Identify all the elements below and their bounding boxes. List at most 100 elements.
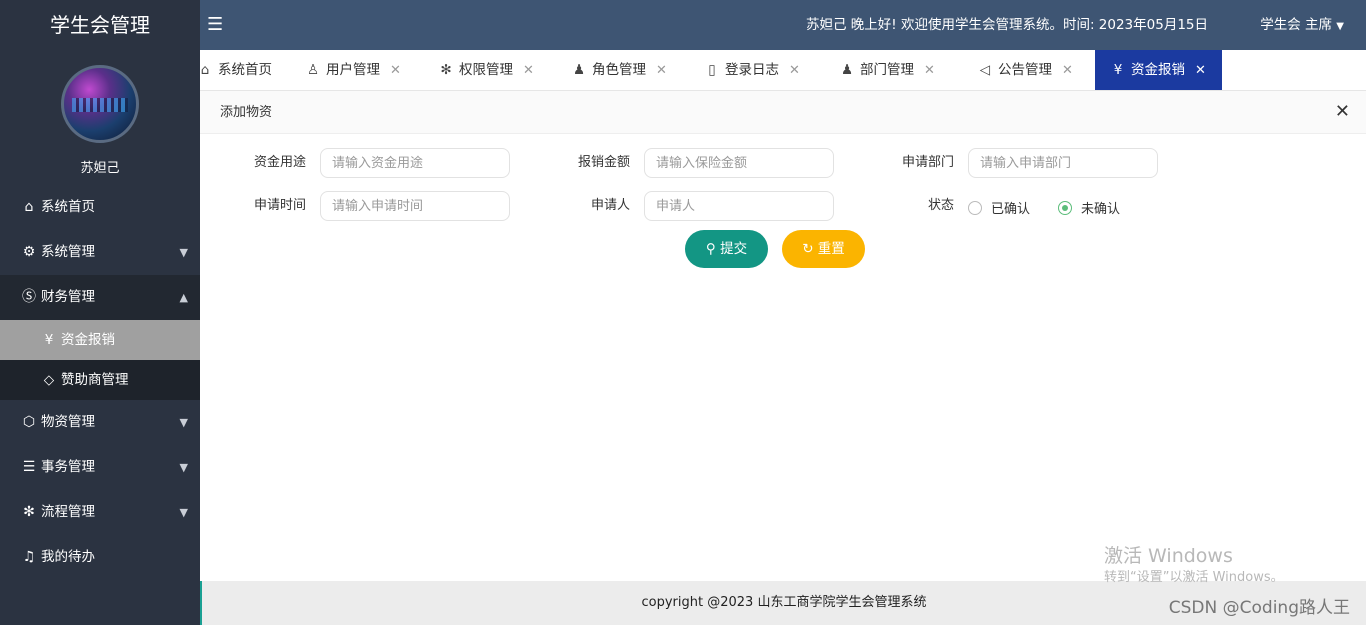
tab-label: 角色管理 — [592, 62, 646, 78]
gear-icon: ⚙ — [22, 244, 36, 260]
sidebar-item-label: 事务管理 — [41, 459, 95, 475]
user-icon: ♙ — [306, 62, 320, 78]
tab-users[interactable]: ♙ 用户管理 ✕ — [304, 50, 411, 90]
status-radio-confirmed[interactable]: 已确认 — [968, 198, 1030, 217]
file-icon: ▯ — [708, 62, 716, 78]
form-row: 申请时间 申请人 状态 已确认 未确认 — [200, 191, 1366, 225]
sidebar-item-finance[interactable]: Ⓢ 财务管理 ▲ — [0, 275, 200, 320]
tab-label: 权限管理 — [459, 62, 513, 78]
radio-label: 未确认 — [1081, 202, 1121, 217]
user-name: 苏妲己 — [80, 161, 120, 176]
close-icon[interactable]: ✕ — [390, 63, 401, 78]
close-icon[interactable]: ✕ — [1062, 63, 1073, 78]
csdn-watermark: CSDN @Coding路人王 — [1168, 598, 1350, 618]
close-icon[interactable]: ✕ — [924, 63, 935, 78]
sliders-icon: ☰ — [22, 459, 36, 475]
tab-reimbursement[interactable]: ¥ 资金报销 ✕ — [1095, 50, 1222, 90]
sidebar-item-system[interactable]: ⚙ 系统管理 ▼ — [0, 230, 200, 275]
chevron-down-icon: ▼ — [179, 416, 188, 429]
applicant-input[interactable] — [644, 191, 834, 221]
close-icon[interactable]: ✕ — [523, 63, 534, 78]
role-label: 学生会 主席 — [1260, 17, 1332, 33]
greeting-text: 苏妲己 晚上好! 欢迎使用学生会管理系统。时间: 2023年05月15日 — [805, 17, 1208, 33]
watermark-line2: 转到“设置”以激活 Windows。 — [1104, 570, 1284, 585]
sidebar-item-label: 财务管理 — [41, 289, 95, 305]
bell-icon: ♫ — [22, 549, 36, 565]
tab-announcements[interactable]: ◁ 公告管理 ✕ — [976, 50, 1083, 90]
top-bar: ☰ 苏妲己 晚上好! 欢迎使用学生会管理系统。时间: 2023年05月15日 学… — [200, 0, 1366, 50]
close-icon[interactable]: ✕ — [789, 63, 800, 78]
sidebar-item-materials[interactable]: ⬡ 物资管理 ▼ — [0, 400, 200, 445]
diamond-icon: ◇ — [43, 372, 55, 388]
status-radio-unconfirmed[interactable]: 未确认 — [1058, 198, 1120, 217]
tab-home[interactable]: ⌂ 系统首页 — [200, 50, 282, 90]
tab-label: 资金报销 — [1131, 62, 1185, 78]
group-icon: ♟ — [840, 62, 854, 78]
panel-title: 添加物资 — [220, 105, 273, 120]
form-row: 资金用途 报销金额 申请部门 — [200, 148, 1366, 182]
department-label: 申请部门 — [901, 155, 954, 170]
sidebar: 学生会管理 苏妲己 ⌂ 系统首页 ⚙ 系统管理 ▼ Ⓢ 财务管理 ▲ ¥ 资金报销 ◇ 赞… — [0, 0, 200, 625]
tab-login-log[interactable]: ▯ 登录日志 ✕ — [703, 50, 810, 90]
windows-activation-watermark: 激活 Windows 转到“设置”以激活 Windows。 — [1104, 545, 1284, 587]
close-icon[interactable]: ✕ — [1195, 63, 1206, 78]
role-dropdown[interactable]: 学生会 主席 ▼ — [1260, 0, 1344, 52]
tab-label: 公告管理 — [998, 62, 1052, 78]
home-icon: ⌂ — [200, 62, 210, 78]
sidebar-item-label: 资金报销 — [61, 332, 115, 348]
time-label: 申请时间 — [253, 198, 306, 213]
yen-circle-icon: ¥ — [1113, 62, 1123, 78]
radio-circle-icon — [968, 201, 982, 215]
submit-button[interactable]: ⚲ 提交 — [685, 230, 768, 268]
snowflake-icon: ✻ — [23, 504, 35, 520]
tab-label: 用户管理 — [326, 62, 380, 78]
sidebar-item-home[interactable]: ⌂ 系统首页 — [0, 185, 200, 230]
tab-bar: ⌂ 系统首页 ♙ 用户管理 ✕ ✻ 权限管理 ✕ ♟ 角色管理 ✕ ▯ 登录日志 ✕ ♟ 部门管理 ✕… — [200, 50, 1366, 91]
sidebar-subitem-sponsors[interactable]: ◇ 赞助商管理 — [0, 360, 200, 400]
tab-label: 系统首页 — [218, 62, 272, 78]
tab-departments[interactable]: ♟ 部门管理 ✕ — [838, 50, 945, 90]
app-title: 学生会管理 — [0, 0, 200, 50]
home-icon: ⌂ — [24, 199, 34, 215]
time-input[interactable] — [320, 191, 510, 221]
close-icon[interactable]: ✕ — [656, 63, 667, 78]
chevron-down-icon: ▼ — [1336, 21, 1344, 32]
reset-label: 重置 — [817, 241, 845, 257]
tab-roles[interactable]: ♟ 角色管理 ✕ — [570, 50, 677, 90]
tab-label: 部门管理 — [860, 62, 914, 78]
yen-circle-icon: ¥ — [44, 332, 54, 348]
tab-permissions[interactable]: ✻ 权限管理 ✕ — [437, 50, 544, 90]
amount-label: 报销金额 — [577, 155, 630, 170]
hamburger-icon[interactable]: ☰ — [207, 14, 223, 35]
search-icon: ⚲ — [705, 241, 716, 257]
speaker-icon: ◁ — [979, 62, 991, 78]
sidebar-item-label: 我的待办 — [41, 549, 95, 565]
status-label: 状态 — [927, 198, 954, 213]
finance-submenu: ¥ 资金报销 ◇ 赞助商管理 — [0, 320, 200, 400]
close-icon[interactable]: ✕ — [1335, 101, 1350, 122]
amount-input[interactable] — [644, 148, 834, 178]
snowflake-icon: ✻ — [440, 62, 452, 78]
reset-button[interactable]: ↻ 重置 — [782, 230, 865, 268]
sidebar-item-label: 物资管理 — [41, 414, 95, 430]
cube-icon: ⬡ — [22, 414, 36, 430]
sidebar-subitem-reimbursement[interactable]: ¥ 资金报销 — [0, 320, 200, 360]
sidebar-item-affairs[interactable]: ☰ 事务管理 ▼ — [0, 445, 200, 490]
panel-header: 添加物资 ✕ — [200, 91, 1366, 134]
sidebar-item-todo[interactable]: ♫ 我的待办 — [0, 535, 200, 580]
purpose-label: 资金用途 — [253, 155, 306, 170]
chevron-down-icon: ▼ — [179, 506, 188, 519]
radio-label: 已确认 — [991, 202, 1031, 217]
applicant-label: 申请人 — [590, 198, 630, 213]
chevron-up-icon: ▲ — [179, 291, 188, 304]
sidebar-item-label: 流程管理 — [41, 504, 95, 520]
purpose-input[interactable] — [320, 148, 510, 178]
radio-checked-icon — [1058, 201, 1072, 215]
department-input[interactable] — [968, 148, 1158, 178]
chevron-down-icon: ▼ — [179, 246, 188, 259]
sidebar-item-label: 赞助商管理 — [61, 372, 129, 388]
refresh-icon: ↻ — [802, 241, 814, 257]
sidebar-item-workflow[interactable]: ✻ 流程管理 ▼ — [0, 490, 200, 535]
avatar[interactable] — [61, 65, 139, 143]
tab-label: 登录日志 — [725, 62, 779, 78]
